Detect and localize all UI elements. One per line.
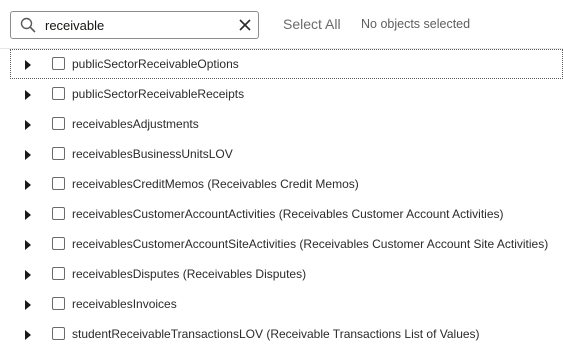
item-checkbox[interactable] [52, 147, 65, 160]
list-item[interactable]: receivablesDisputes (Receivables Dispute… [0, 259, 563, 289]
list-item[interactable]: receivablesCreditMemos (Receivables Cred… [0, 169, 563, 199]
item-label: receivablesCreditMemos (Receivables Cred… [72, 177, 359, 191]
item-checkbox[interactable] [52, 57, 65, 70]
search-input[interactable] [45, 16, 230, 34]
list-item[interactable]: receivablesAdjustments [0, 109, 563, 139]
expand-triangle-icon[interactable] [24, 178, 32, 190]
search-icon [20, 17, 36, 33]
item-label: publicSectorReceivableReceipts [72, 87, 245, 101]
expand-triangle-icon[interactable] [24, 208, 32, 220]
item-label: receivablesBusinessUnitsLOV [72, 147, 233, 161]
expand-triangle-icon[interactable] [24, 268, 32, 280]
list-item[interactable]: publicSectorReceivableOptions [10, 49, 563, 79]
item-label: receivablesAdjustments [72, 117, 199, 131]
item-label: receivablesDisputes (Receivables Dispute… [72, 267, 307, 281]
item-label: receivablesCustomerAccountActivities (Re… [72, 207, 504, 221]
item-label: studentReceivableTransactionsLOV (Receiv… [72, 327, 480, 341]
expand-triangle-icon[interactable] [24, 58, 32, 70]
select-all-button[interactable]: Select All [283, 16, 341, 32]
item-checkbox[interactable] [52, 87, 65, 100]
item-label: receivablesInvoices [72, 297, 177, 311]
expand-triangle-icon[interactable] [24, 88, 32, 100]
expand-triangle-icon[interactable] [24, 148, 32, 160]
list-item[interactable]: studentReceivableTransactionsLOV (Receiv… [0, 319, 563, 349]
item-checkbox[interactable] [52, 297, 65, 310]
expand-triangle-icon[interactable] [24, 298, 32, 310]
item-checkbox[interactable] [52, 237, 65, 250]
search-box[interactable] [10, 11, 259, 39]
toolbar: Select All No objects selected [0, 0, 563, 48]
list-item[interactable]: receivablesBusinessUnitsLOV [0, 139, 563, 169]
list-item[interactable]: receivablesCustomerAccountActivities (Re… [0, 199, 563, 229]
object-list: publicSectorReceivableOptions publicSecto… [0, 49, 563, 349]
item-checkbox[interactable] [52, 177, 65, 190]
expand-triangle-icon[interactable] [24, 238, 32, 250]
close-icon[interactable] [238, 18, 252, 32]
item-checkbox[interactable] [52, 117, 65, 130]
item-label: publicSectorReceivableOptions [72, 57, 239, 71]
expand-triangle-icon[interactable] [24, 328, 32, 340]
item-label: receivablesCustomerAccountSiteActivities… [72, 237, 549, 251]
expand-triangle-icon[interactable] [24, 118, 32, 130]
item-checkbox[interactable] [52, 327, 65, 340]
item-checkbox[interactable] [52, 207, 65, 220]
item-checkbox[interactable] [52, 267, 65, 280]
list-item[interactable]: receivablesInvoices [0, 289, 563, 319]
list-item[interactable]: receivablesCustomerAccountSiteActivities… [0, 229, 563, 259]
list-item[interactable]: publicSectorReceivableReceipts [0, 79, 563, 109]
selection-status: No objects selected [361, 17, 471, 31]
